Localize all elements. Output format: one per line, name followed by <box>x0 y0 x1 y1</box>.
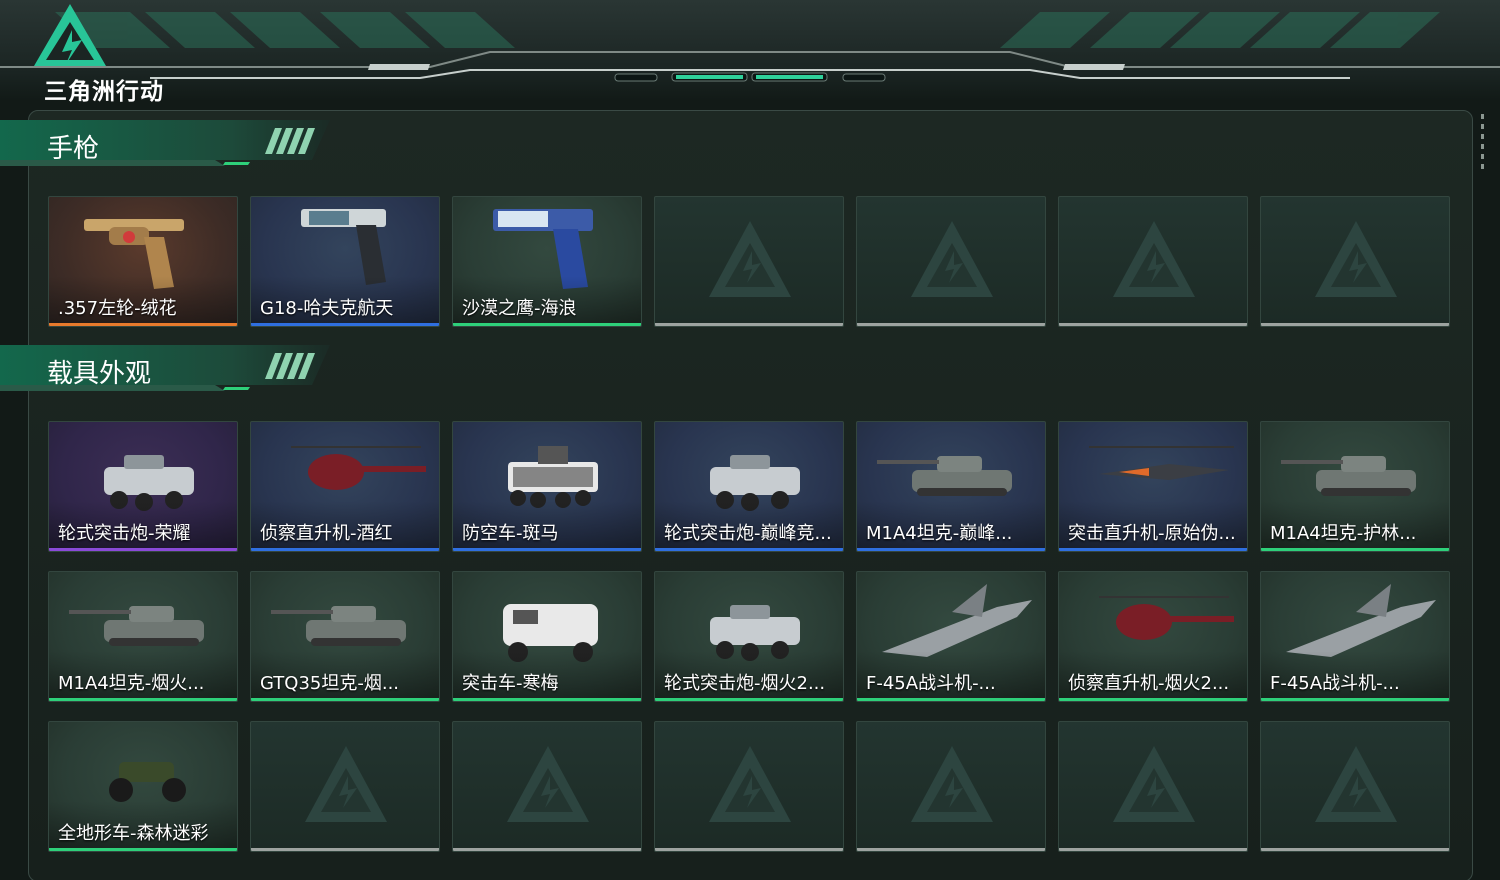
skin-item-card[interactable]: 轮式突击炮-烟火2... <box>654 571 844 702</box>
item-label: F-45A战斗机-... <box>1270 673 1400 694</box>
rarity-bar <box>453 698 641 701</box>
slot-bar <box>857 323 1045 326</box>
skin-item-card[interactable]: 突击直升机-原始伪... <box>1058 421 1248 552</box>
rarity-bar <box>49 548 237 551</box>
skin-item-card[interactable]: 轮式突击炮-巅峰竞... <box>654 421 844 552</box>
item-label: F-45A战斗机-... <box>866 673 996 694</box>
skin-item-card[interactable]: 沙漠之鹰-海浪 <box>452 196 642 327</box>
empty-slot-watermark-icon <box>1315 746 1397 822</box>
empty-slot-watermark-icon <box>305 746 387 822</box>
skin-item-card[interactable]: 防空车-斑马 <box>452 421 642 552</box>
skin-item-card[interactable]: F-45A战斗机-... <box>856 571 1046 702</box>
rarity-bar <box>251 698 439 701</box>
skin-item-card[interactable]: 突击车-寒梅 <box>452 571 642 702</box>
empty-item-slot[interactable] <box>1260 196 1450 327</box>
rarity-bar <box>1059 548 1247 551</box>
empty-item-slot[interactable] <box>654 196 844 327</box>
slot-bar <box>1261 848 1449 851</box>
skin-item-card[interactable]: 全地形车-森林迷彩 <box>48 721 238 852</box>
top-header-bar: 三角洲行动 <box>0 0 1500 105</box>
item-label: M1A4坦克-巅峰... <box>866 523 1013 544</box>
item-label: 侦察直升机-烟火2... <box>1068 673 1230 694</box>
empty-item-slot[interactable] <box>1260 721 1450 852</box>
rarity-bar <box>251 548 439 551</box>
item-label: 全地形车-森林迷彩 <box>58 823 209 844</box>
rarity-bar <box>251 323 439 326</box>
item-label: 轮式突击炮-荣耀 <box>58 523 191 544</box>
header-decoration <box>0 12 1500 82</box>
item-label: 突击车-寒梅 <box>462 673 559 694</box>
skin-item-card[interactable]: 侦察直升机-烟火2... <box>1058 571 1248 702</box>
skin-item-card[interactable]: GTQ35坦克-烟... <box>250 571 440 702</box>
empty-slot-watermark-icon <box>911 746 993 822</box>
skin-item-card[interactable]: M1A4坦克-烟火... <box>48 571 238 702</box>
section-title: 载具外观 <box>47 359 152 389</box>
slot-bar <box>857 848 1045 851</box>
empty-item-slot[interactable] <box>452 721 642 852</box>
skin-item-card[interactable]: M1A4坦克-护林... <box>1260 421 1450 552</box>
slot-bar <box>1059 848 1247 851</box>
empty-item-slot[interactable] <box>250 721 440 852</box>
rarity-bar <box>857 698 1045 701</box>
empty-slot-watermark-icon <box>1113 746 1195 822</box>
slot-bar <box>1261 323 1449 326</box>
empty-slot-watermark-icon <box>709 746 791 822</box>
rarity-bar <box>49 698 237 701</box>
item-label: 突击直升机-原始伪... <box>1068 523 1236 544</box>
skin-item-card[interactable]: M1A4坦克-巅峰... <box>856 421 1046 552</box>
rarity-bar <box>453 548 641 551</box>
rarity-bar <box>49 848 237 851</box>
rarity-bar <box>453 323 641 326</box>
brand-name: 三角洲行动 <box>44 79 164 105</box>
item-label: M1A4坦克-护林... <box>1270 523 1417 544</box>
empty-slot-watermark-icon <box>1315 221 1397 297</box>
empty-slot-watermark-icon <box>709 221 791 297</box>
skin-item-card[interactable]: 侦察直升机-酒红 <box>250 421 440 552</box>
item-label: .357左轮-绒花 <box>58 298 177 319</box>
slot-bar <box>453 848 641 851</box>
empty-item-slot[interactable] <box>856 721 1046 852</box>
item-label: M1A4坦克-烟火... <box>58 673 205 694</box>
item-label: 侦察直升机-酒红 <box>260 523 393 544</box>
empty-item-slot[interactable] <box>1058 196 1248 327</box>
scrollbar-indicator[interactable] <box>1481 114 1485 180</box>
slot-bar <box>655 323 843 326</box>
item-label: GTQ35坦克-烟... <box>260 673 400 694</box>
empty-slot-watermark-icon <box>911 221 993 297</box>
skin-item-card[interactable]: F-45A战斗机-... <box>1260 571 1450 702</box>
empty-item-slot[interactable] <box>856 196 1046 327</box>
skin-item-card[interactable]: G18-哈夫克航天 <box>250 196 440 327</box>
section-header: 手枪 <box>0 120 330 172</box>
item-label: G18-哈夫克航天 <box>260 298 394 319</box>
empty-item-slot[interactable] <box>654 721 844 852</box>
skin-item-card[interactable]: 轮式突击炮-荣耀 <box>48 421 238 552</box>
slot-bar <box>655 848 843 851</box>
rarity-bar <box>857 548 1045 551</box>
item-label: 轮式突击炮-巅峰竞... <box>664 523 832 544</box>
rarity-bar <box>655 548 843 551</box>
empty-item-slot[interactable] <box>1058 721 1248 852</box>
item-label: 沙漠之鹰-海浪 <box>462 298 577 319</box>
section-header: 载具外观 <box>0 345 330 397</box>
rarity-bar <box>1261 548 1449 551</box>
section-title: 手枪 <box>47 134 100 164</box>
rarity-bar <box>655 698 843 701</box>
skin-item-card[interactable]: .357左轮-绒花 <box>48 196 238 327</box>
item-label: 防空车-斑马 <box>462 523 559 544</box>
empty-slot-watermark-icon <box>1113 221 1195 297</box>
empty-slot-watermark-icon <box>507 746 589 822</box>
slot-bar <box>251 848 439 851</box>
rarity-bar <box>1059 698 1247 701</box>
item-label: 轮式突击炮-烟火2... <box>664 673 826 694</box>
slot-bar <box>1059 323 1247 326</box>
rarity-bar <box>1261 698 1449 701</box>
rarity-bar <box>49 323 237 326</box>
